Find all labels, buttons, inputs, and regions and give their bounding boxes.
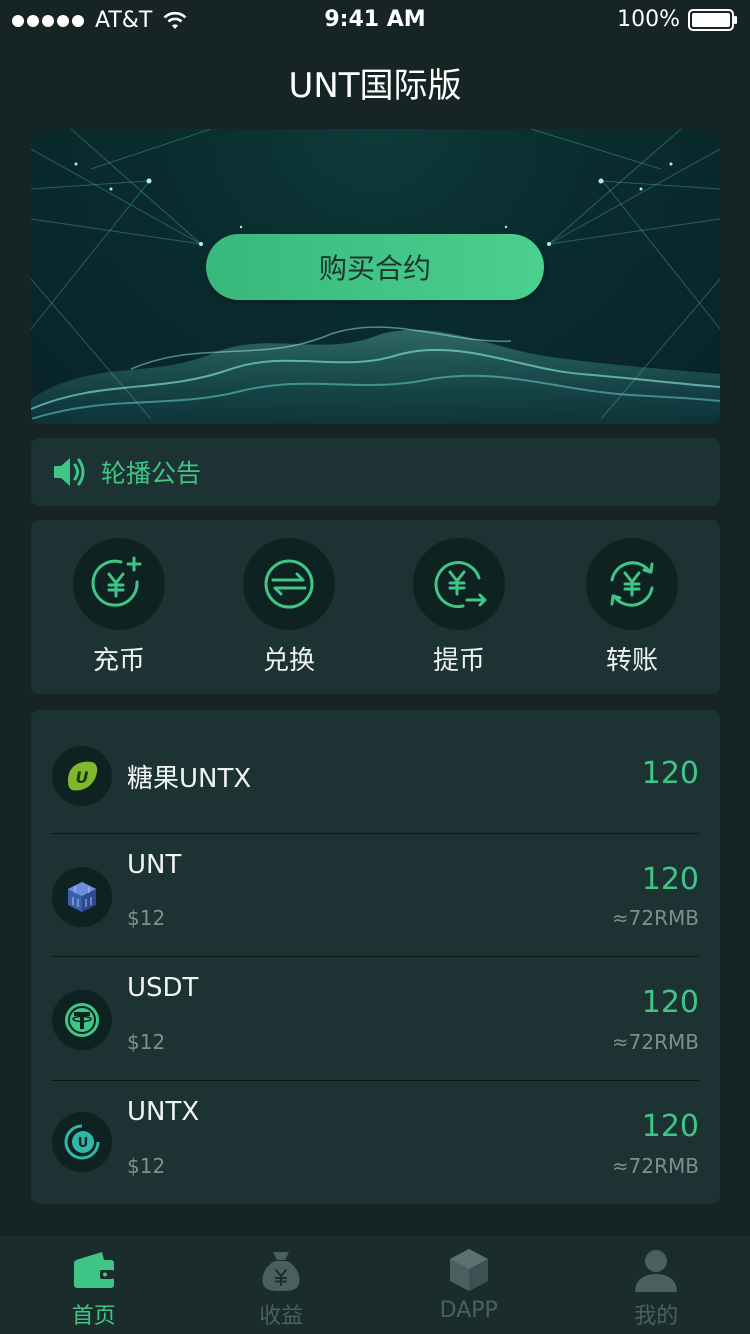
exchange-label: 兑换 <box>262 646 315 676</box>
tab-home[interactable]: 首页 <box>0 1236 188 1334</box>
asset-price: $12 <box>127 1154 166 1178</box>
recharge-yuan-icon <box>91 556 142 607</box>
asset-row-untx[interactable]: U UNTX $12 120 ≈72RMB <box>52 1081 699 1204</box>
announcement-text: 轮播公告 <box>101 459 202 488</box>
transfer-action[interactable]: 转账 <box>577 538 687 677</box>
candy-untx-logo-icon: U <box>68 761 98 791</box>
untx-logo-icon: U <box>64 1124 100 1160</box>
asset-amount: 120 <box>641 862 699 897</box>
page-title: UNT国际版 <box>288 66 462 106</box>
withdraw-yuan-icon <box>434 561 487 609</box>
transfer-label: 转账 <box>605 646 658 676</box>
unt-cube-logo-icon <box>68 882 96 912</box>
buy-contract-button[interactable]: 购买合约 <box>206 234 544 300</box>
asset-rmb-value: ≈72RMB <box>611 1030 699 1054</box>
tab-label: DAPP <box>439 1298 498 1323</box>
asset-price: $12 <box>127 906 166 930</box>
tab-label: 我的 <box>634 1304 679 1329</box>
asset-price: $12 <box>127 1030 166 1054</box>
tab-label: 收益 <box>259 1304 304 1329</box>
battery-icon <box>688 8 737 31</box>
bottom-tab-bar: 首页 收益 DAPP 我的 <box>0 1236 750 1334</box>
cube-icon <box>449 1249 488 1291</box>
promo-banner: 购买合约 <box>31 129 720 424</box>
asset-row-usdt[interactable]: USDT $12 120 ≈72RMB <box>52 957 699 1081</box>
asset-name: UNTX <box>127 1097 200 1127</box>
withdraw-label: 提币 <box>432 646 485 676</box>
status-bar: AT&T 9:41 AM 100% <box>0 0 750 40</box>
tab-label: 首页 <box>71 1304 116 1329</box>
asset-list: U 糖果UNTX 120 UNT $12 120 ≈72RMB USDT $12… <box>31 710 720 1204</box>
tab-dapp[interactable]: DAPP <box>375 1236 563 1334</box>
money-bag-icon <box>262 1252 300 1291</box>
wallet-icon <box>73 1252 114 1288</box>
user-icon <box>635 1250 678 1292</box>
asset-amount: 120 <box>641 756 699 791</box>
recharge-label: 充币 <box>92 646 145 676</box>
tab-profile[interactable]: 我的 <box>563 1236 750 1334</box>
quick-actions: 充币 兑换 提币 转账 <box>31 520 720 694</box>
usdt-tether-logo-icon <box>65 1003 99 1037</box>
withdraw-action[interactable]: 提币 <box>404 538 514 677</box>
asset-name: USDT <box>127 973 199 1003</box>
announcement-bar[interactable]: 轮播公告 <box>31 438 720 506</box>
asset-rmb-value: ≈72RMB <box>611 1154 699 1178</box>
exchange-action[interactable]: 兑换 <box>234 538 344 677</box>
tab-earnings[interactable]: 收益 <box>188 1236 376 1334</box>
battery-percent: 100% <box>617 7 680 32</box>
asset-rmb-value: ≈72RMB <box>611 906 699 930</box>
exchange-icon <box>264 559 314 609</box>
asset-row-candy-untx[interactable]: U 糖果UNTX 120 <box>52 710 699 834</box>
asset-name: UNT <box>127 850 182 880</box>
transfer-yuan-icon <box>610 561 654 607</box>
asset-amount: 120 <box>641 1109 699 1144</box>
asset-row-unt[interactable]: UNT $12 120 ≈72RMB <box>52 834 699 957</box>
asset-amount: 120 <box>641 985 699 1020</box>
recharge-action[interactable]: 充币 <box>64 538 174 677</box>
speaker-icon <box>54 458 85 486</box>
svg-text:U: U <box>76 768 89 787</box>
svg-text:U: U <box>78 1136 89 1151</box>
asset-name: 糖果UNTX <box>127 764 252 794</box>
